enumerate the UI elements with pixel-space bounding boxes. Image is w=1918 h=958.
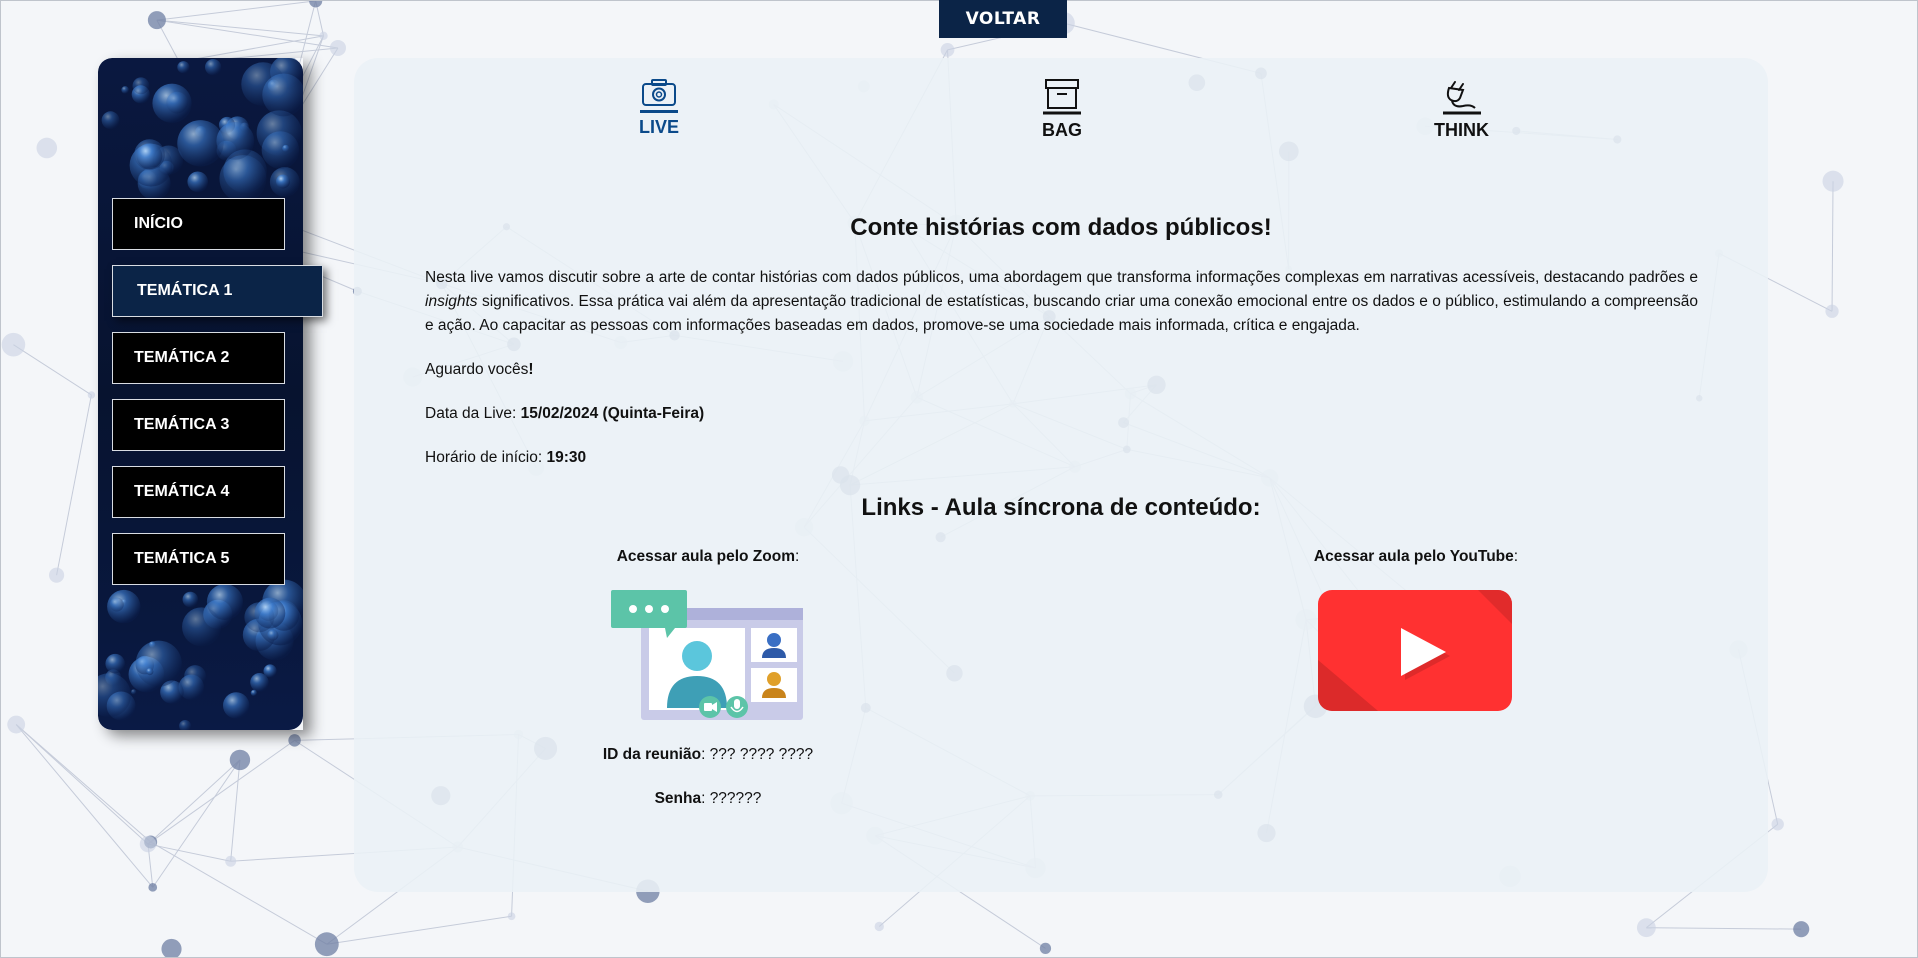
camera-icon [642, 79, 676, 106]
zoom-meeting-link[interactable] [611, 590, 805, 724]
sidebar-item-tematica-1[interactable]: TEMÁTICA 1 [112, 265, 323, 317]
intro-emphasis: insights [425, 293, 478, 310]
zoom-access-label-suffix: : [795, 548, 800, 565]
tab-think-label: THINK [1434, 120, 1489, 140]
links-section-title: Links - Aula síncrona de conteúdo: [861, 494, 1261, 521]
youtube-access-label: Acessar aula pelo YouTube: [1260, 548, 1572, 566]
sidebar-item-inicio[interactable]: INÍCIO [112, 198, 285, 250]
zoom-password: Senha: ?????? [568, 790, 848, 808]
live-start-time-label: Horário de início: [425, 449, 547, 466]
intro-paragraph: Nesta live vamos discutir sobre a arte d… [425, 266, 1698, 338]
content-panel: LIVE BAG THINK Conte histórias com dados… [354, 58, 1768, 892]
page-title: Conte histórias com dados públicos! [850, 214, 1272, 241]
tab-bag[interactable]: BAG [1042, 78, 1082, 141]
sidebar-nav: INÍCIO TEMÁTICA 1 TEMÁTICA 2 TEMÁTICA 3 … [98, 58, 323, 730]
sidebar-item-tematica-3[interactable]: TEMÁTICA 3 [112, 399, 285, 451]
live-start-time: Horário de início: 19:30 [425, 446, 1698, 470]
zoom-password-label: Senha [654, 790, 702, 807]
zoom-meeting-id-value: : ??? ???? ???? [701, 746, 814, 763]
youtube-access-label-text: Acessar aula pelo YouTube [1313, 548, 1514, 565]
live-start-time-value: 19:30 [546, 449, 587, 466]
zoom-meeting-id-label: ID da reunião [602, 746, 702, 763]
intro-text-part-2: significativos. Essa prática vai além da… [425, 293, 1698, 334]
archive-box-icon [1043, 79, 1081, 115]
live-date-label: Data da Live: [425, 405, 521, 422]
live-date: Data da Live: 15/02/2024 (Quinta-Feira) [425, 402, 1698, 426]
greeting-text: Aguardo vocês! [425, 358, 1698, 382]
zoom-access-label-text: Acessar aula pelo Zoom [616, 548, 795, 565]
greeting-mark: ! [528, 361, 534, 378]
sidebar-item-tematica-2[interactable]: TEMÁTICA 2 [112, 332, 285, 384]
live-date-value: 15/02/2024 (Quinta-Feira) [520, 405, 705, 422]
back-button[interactable]: VOLTAR [939, 0, 1067, 38]
intro-text-part-1: Nesta live vamos discutir sobre a arte d… [425, 269, 1698, 286]
zoom-meeting-id: ID da reunião: ??? ???? ???? [568, 746, 848, 764]
sidebar-item-tematica-5[interactable]: TEMÁTICA 5 [112, 533, 285, 585]
sidebar-bubbles-background [98, 58, 303, 730]
greeting-text-main: Aguardo vocês [425, 361, 529, 378]
youtube-play-icon[interactable] [1318, 590, 1512, 711]
sidebar-item-tematica-4[interactable]: TEMÁTICA 4 [112, 466, 285, 518]
plug-icon [1442, 81, 1481, 115]
youtube-access-label-suffix: : [1513, 548, 1519, 565]
tab-think[interactable]: THINK [1434, 78, 1489, 141]
zoom-password-value: : ?????? [701, 790, 762, 807]
tab-live[interactable]: LIVE [639, 78, 679, 138]
tab-bag-label: BAG [1042, 120, 1082, 140]
tab-live-underline [640, 110, 678, 113]
zoom-access-label: Acessar aula pelo Zoom: [568, 548, 848, 566]
tab-live-label: LIVE [639, 117, 680, 137]
